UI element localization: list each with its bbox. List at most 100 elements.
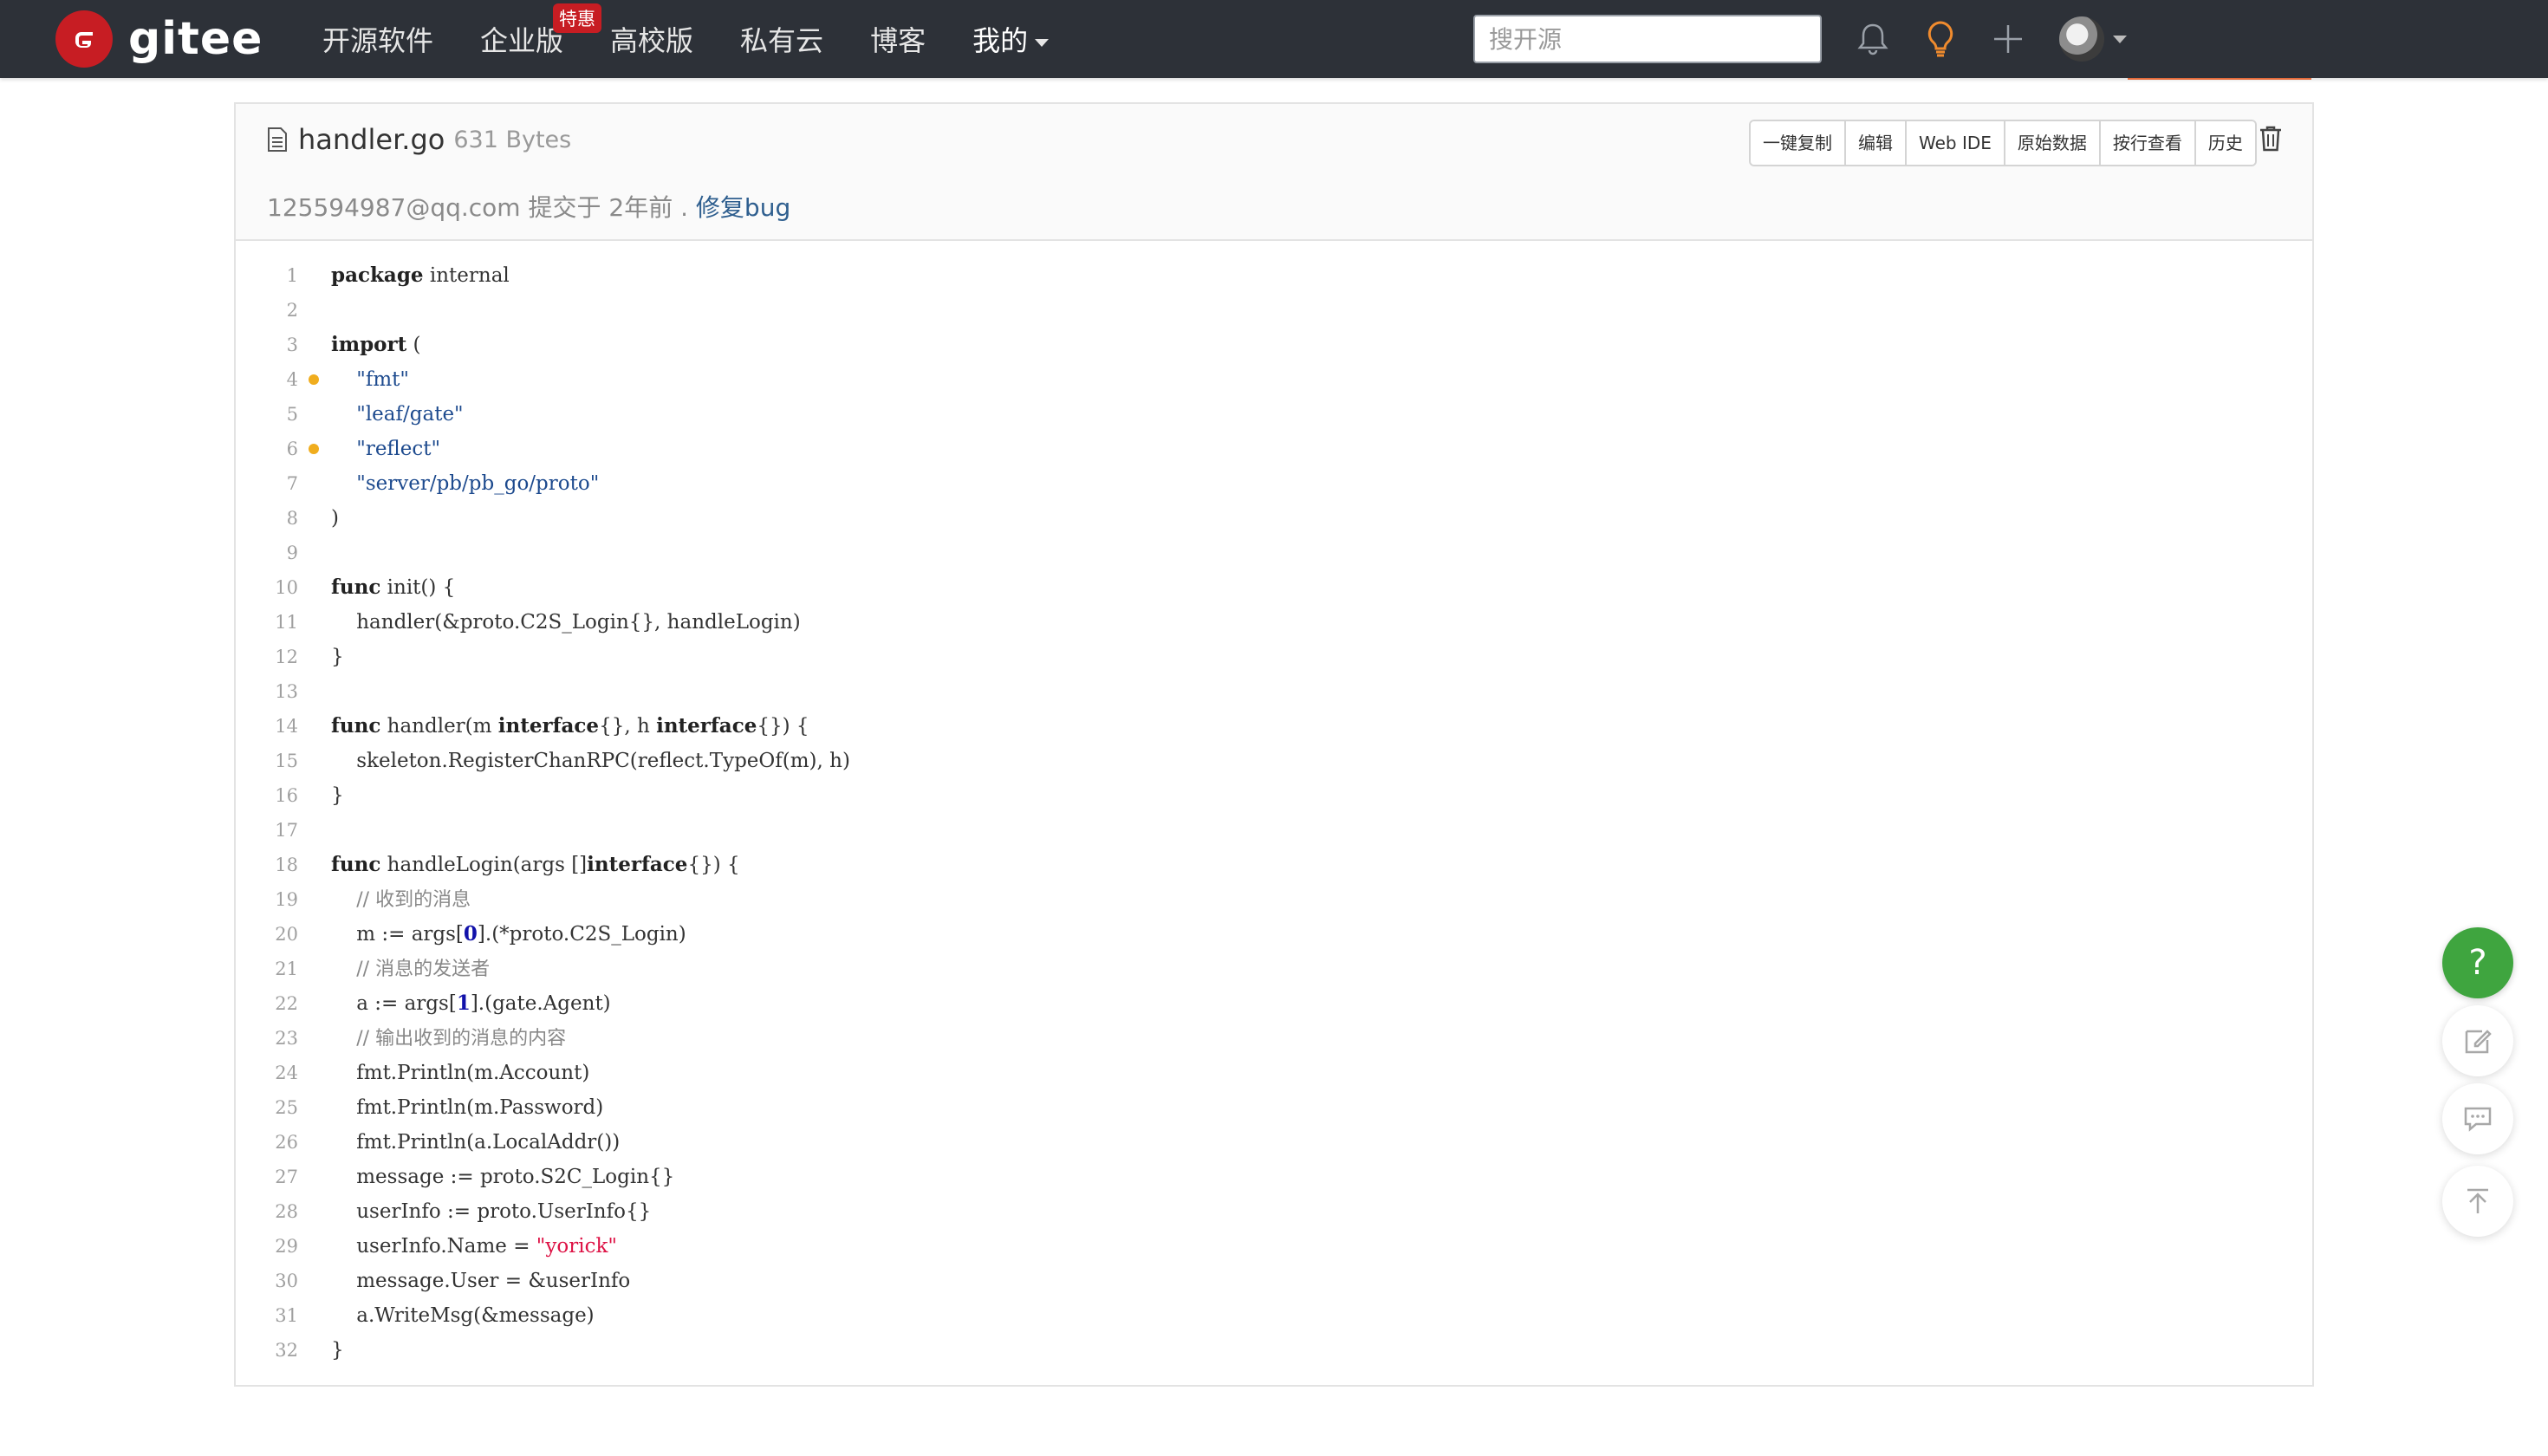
edit-button[interactable]: 编辑 (1846, 121, 1907, 165)
code-text: "leaf/gate" (356, 403, 464, 426)
code-line: 1 package internal (236, 258, 2312, 293)
line-number[interactable]: 9 (236, 536, 298, 570)
code-line: 23 // 输出收到的消息的内容 (236, 1021, 2312, 1056)
line-number[interactable]: 13 (236, 674, 298, 709)
line-number[interactable]: 27 (236, 1160, 298, 1194)
line-number[interactable]: 17 (236, 813, 298, 848)
line-number[interactable]: 23 (236, 1021, 298, 1056)
line-number[interactable]: 12 (236, 640, 298, 674)
nav-item-private-cloud[interactable]: 私有云 (740, 19, 823, 59)
line-number[interactable]: 29 (236, 1229, 298, 1264)
line-number[interactable]: 30 (236, 1264, 298, 1298)
line-number[interactable]: 31 (236, 1298, 298, 1333)
question-icon: ? (2468, 943, 2487, 983)
top-navbar: gitee 开源软件 企业版 特惠 高校版 私有云 博客 我的 (0, 0, 2548, 78)
code-line: 3 import ( (236, 328, 2312, 362)
code-line: 10 func init() { (236, 570, 2312, 605)
code-text: "reflect" (356, 438, 441, 460)
line-number[interactable]: 20 (236, 917, 298, 952)
line-number[interactable]: 14 (236, 709, 298, 744)
code-line: 32} (236, 1333, 2312, 1368)
code-line: 24 fmt.Println(m.Account) (236, 1056, 2312, 1090)
code-line: 7 "server/pb/pb_go/proto" (236, 466, 2312, 501)
line-number[interactable]: 22 (236, 986, 298, 1021)
web-ide-button[interactable]: Web IDE (1907, 121, 2005, 165)
file-actions: 一键复制 编辑 Web IDE 原始数据 按行查看 历史 (1749, 120, 2257, 166)
nav-item-open-source[interactable]: 开源软件 (322, 19, 433, 59)
line-number[interactable]: 24 (236, 1056, 298, 1090)
line-number[interactable]: 4 (236, 362, 298, 397)
lightbulb-icon[interactable] (1919, 17, 1962, 61)
line-number[interactable]: 7 (236, 466, 298, 501)
blame-button[interactable]: 按行查看 (2100, 121, 2196, 165)
line-number[interactable]: 18 (236, 848, 298, 882)
line-number[interactable]: 5 (236, 397, 298, 432)
code-text: ) (331, 507, 339, 530)
line-number[interactable]: 6 (236, 432, 298, 466)
line-number[interactable]: 3 (236, 328, 298, 362)
accent-strip (2128, 78, 2311, 80)
back-to-top-button[interactable] (2442, 1166, 2513, 1237)
code-line: 21 // 消息的发送者 (236, 952, 2312, 986)
file-panel: handler.go 631 Bytes 125594987@qq.com 提交… (234, 102, 2314, 1387)
code-line: 17 (236, 813, 2312, 848)
line-number[interactable]: 19 (236, 882, 298, 917)
line-number[interactable]: 15 (236, 744, 298, 778)
file-name: handler.go (298, 123, 445, 156)
code-line: 15 skeleton.RegisterChanRPC(reflect.Type… (236, 744, 2312, 778)
code-text: skeleton.RegisterChanRPC(reflect.TypeOf(… (331, 750, 850, 772)
gitee-logo[interactable]: gitee (55, 9, 263, 69)
code-text: userInfo.Name = "yorick" (331, 1235, 617, 1258)
change-marker-icon (309, 444, 319, 454)
code-line: 13 (236, 674, 2312, 709)
trash-icon[interactable] (2253, 121, 2288, 156)
code-text: func init() { (331, 575, 456, 599)
code-text: import ( (331, 333, 421, 356)
bell-icon[interactable] (1851, 17, 1895, 61)
copy-all-button[interactable]: 一键复制 (1751, 121, 1846, 165)
arrow-up-icon (2467, 1188, 2488, 1213)
line-number[interactable]: 2 (236, 293, 298, 328)
commit-meta: 提交于 2年前 . (528, 193, 689, 222)
feedback-button[interactable] (2442, 1005, 2513, 1076)
promo-badge: 特惠 (553, 3, 602, 33)
code-line: 14 func handler(m interface{}, h interfac… (236, 709, 2312, 744)
raw-button[interactable]: 原始数据 (2005, 121, 2101, 165)
edit-note-icon (2465, 1030, 2492, 1054)
line-number[interactable]: 10 (236, 570, 298, 605)
nav-item-mine-label: 我的 (972, 24, 1029, 57)
line-number[interactable]: 21 (236, 952, 298, 986)
message-button[interactable] (2442, 1083, 2513, 1154)
code-viewer: 1 package internal 2 3 import (4 "fmt" 5 "lea… (236, 258, 2312, 1368)
brand-name: gitee (128, 13, 263, 65)
line-number[interactable]: 26 (236, 1125, 298, 1160)
plus-icon[interactable] (1986, 17, 2030, 61)
code-text: } (331, 1339, 344, 1362)
nav-item-blog[interactable]: 博客 (870, 19, 926, 59)
line-number[interactable]: 16 (236, 778, 298, 813)
commit-message-link[interactable]: 修复bug (696, 193, 790, 222)
code-line: 25 fmt.Println(m.Password) (236, 1090, 2312, 1125)
line-number[interactable]: 25 (236, 1090, 298, 1125)
code-text: a.WriteMsg(&message) (331, 1304, 595, 1327)
nav-item-mine[interactable]: 我的 (972, 19, 1050, 59)
line-number[interactable]: 11 (236, 605, 298, 640)
code-line: 18 func handleLogin(args []interface{}) { (236, 848, 2312, 882)
chevron-down-icon (2113, 35, 2127, 43)
line-number[interactable]: 8 (236, 501, 298, 536)
line-number[interactable]: 32 (236, 1333, 298, 1368)
code-text: handler(&proto.C2S_Login{}, handleLogin) (331, 611, 801, 634)
help-button[interactable]: ? (2442, 927, 2513, 998)
commit-info: 125594987@qq.com 提交于 2年前 . 修复bug (267, 189, 790, 224)
line-number[interactable]: 28 (236, 1194, 298, 1229)
nav-item-education[interactable]: 高校版 (610, 19, 693, 59)
nav-item-enterprise[interactable]: 企业版 特惠 (480, 3, 602, 59)
search-input[interactable] (1473, 15, 1822, 63)
code-text: a := args[1].(gate.Agent) (331, 991, 611, 1015)
code-line: 22 a := args[1].(gate.Agent) (236, 986, 2312, 1021)
line-number[interactable]: 1 (236, 258, 298, 293)
code-line: 20 m := args[0].(*proto.C2S_Login) (236, 917, 2312, 952)
user-menu[interactable] (2059, 16, 2127, 62)
code-text: message := proto.S2C_Login{} (331, 1166, 675, 1188)
history-button[interactable]: 历史 (2195, 121, 2255, 165)
